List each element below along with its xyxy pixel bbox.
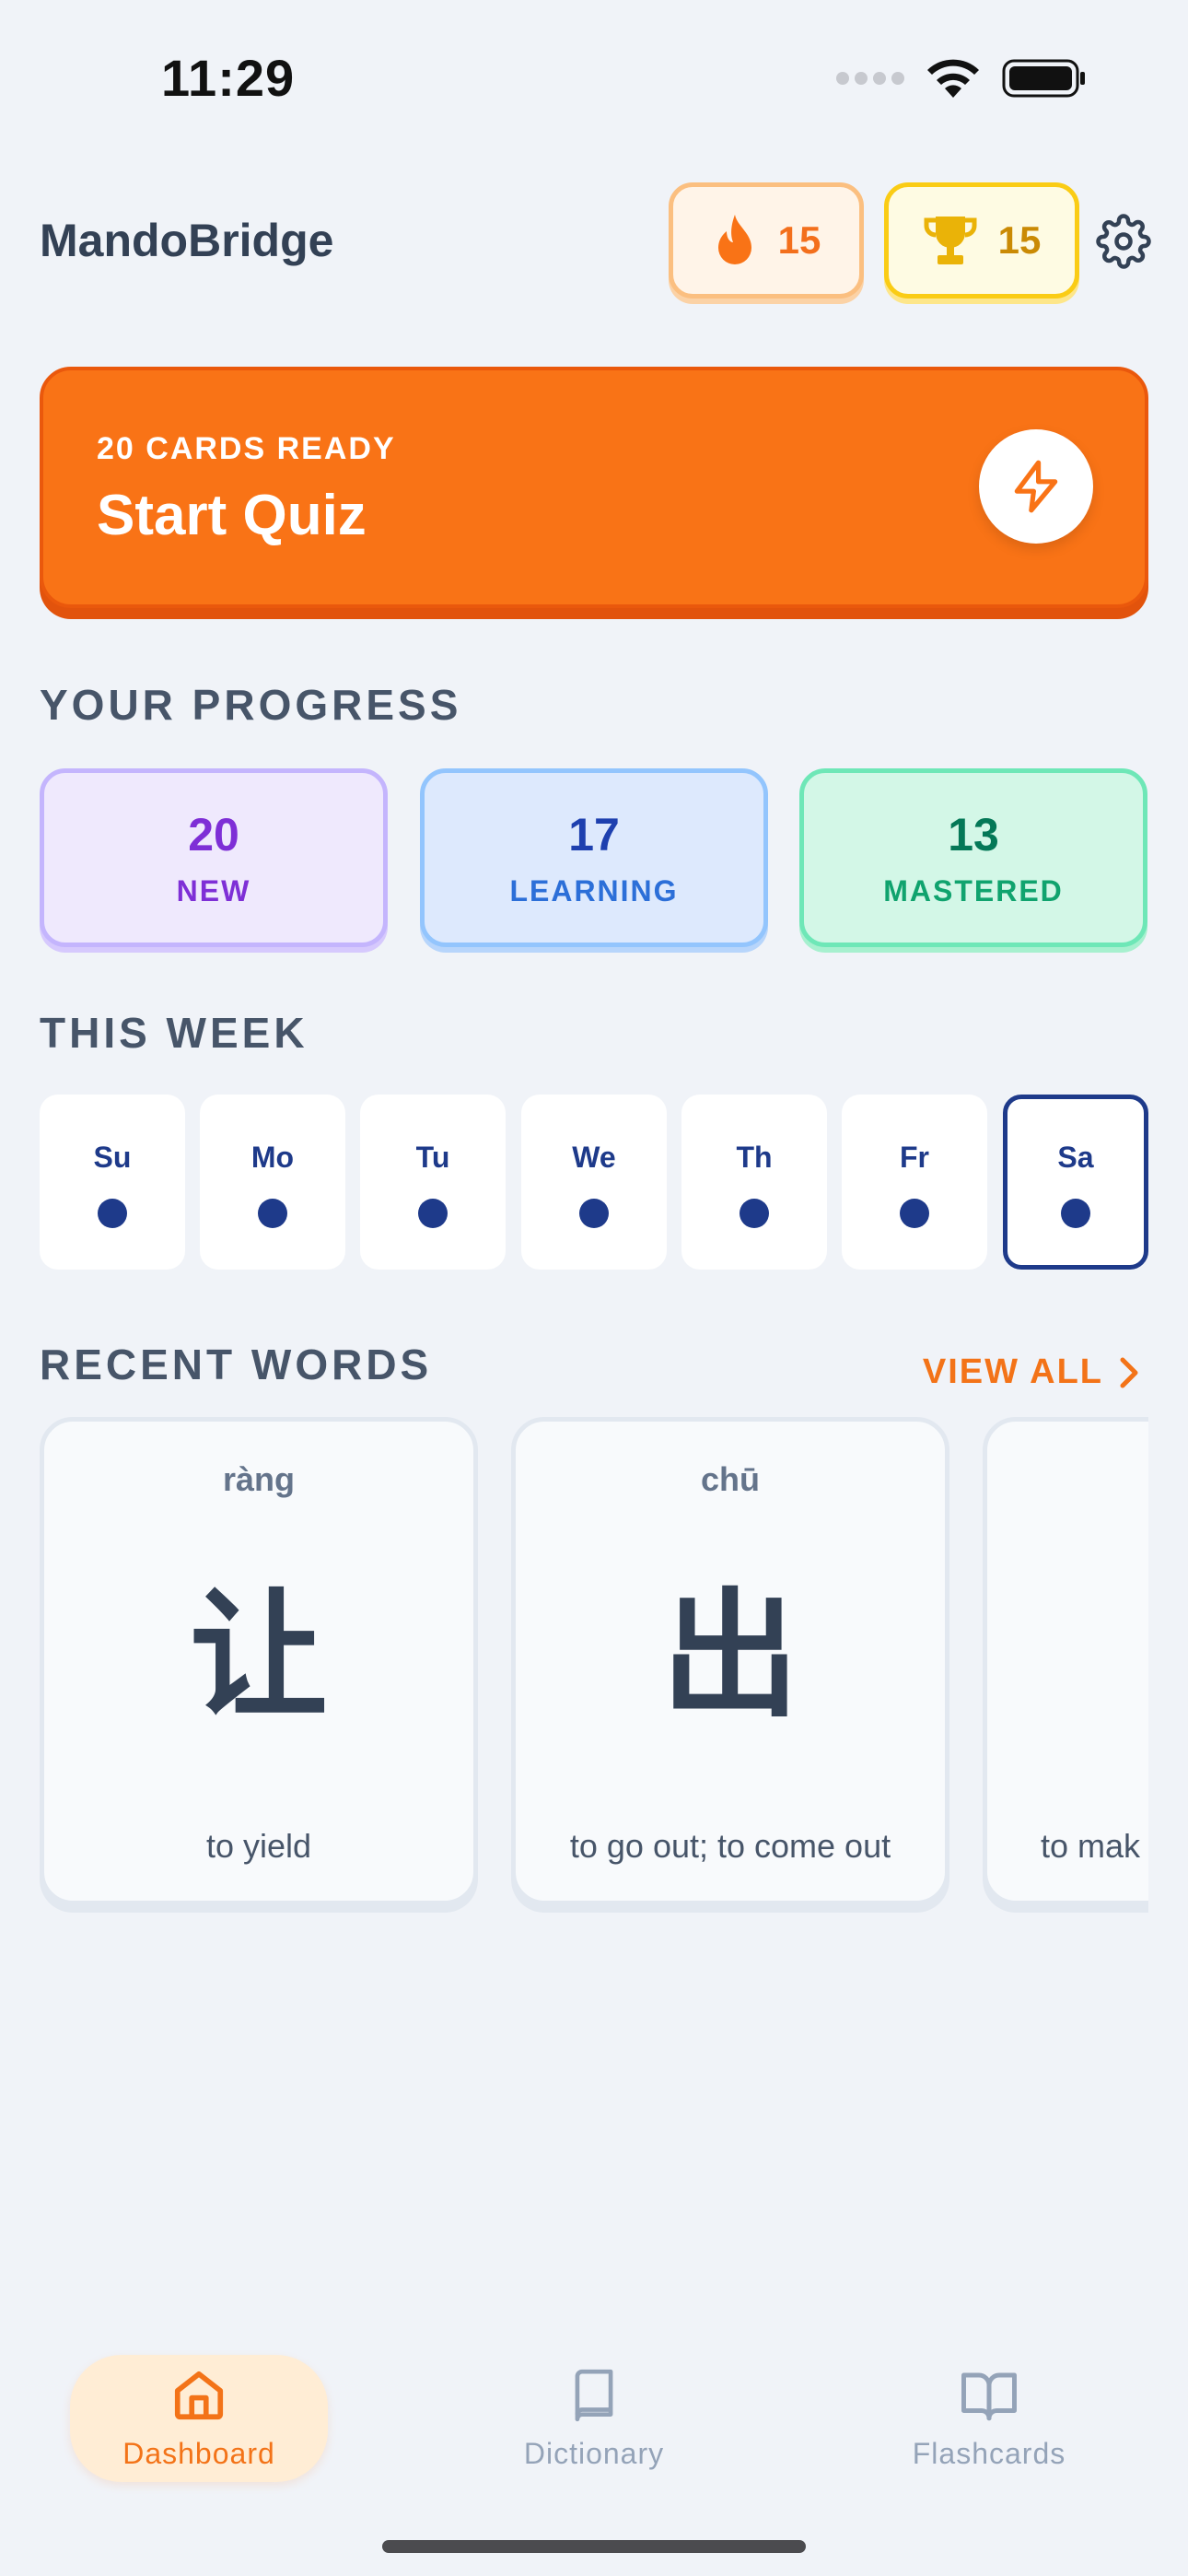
word-hanzi: 让 bbox=[189, 1576, 328, 1737]
nav-flashcards-label: Flashcards bbox=[912, 2436, 1066, 2470]
day-label: Mo bbox=[250, 1141, 295, 1174]
day-friday: Fr bbox=[842, 1095, 987, 1270]
flame-icon bbox=[717, 215, 751, 264]
lightning-icon bbox=[1014, 460, 1058, 513]
day-label: Fr bbox=[900, 1141, 929, 1174]
word-card[interactable]: ràng 让 to yield bbox=[40, 1417, 478, 1905]
wifi-icon bbox=[927, 59, 979, 98]
signal-icon bbox=[836, 72, 904, 85]
day-monday: Mo bbox=[200, 1095, 345, 1270]
day-sunday: Su bbox=[40, 1095, 185, 1270]
nav-dictionary-label: Dictionary bbox=[523, 2436, 665, 2470]
status-time: 11:29 bbox=[161, 49, 296, 107]
stat-learning-label: LEARNING bbox=[509, 873, 679, 907]
word-meaning: to yield bbox=[205, 1827, 312, 1865]
trophy-count: 15 bbox=[997, 218, 1042, 262]
day-activity-dot bbox=[418, 1199, 448, 1228]
week-strip: Su Mo Tu We Th Fr Sa bbox=[40, 1095, 1148, 1270]
view-all-label: VIEW ALL bbox=[922, 1352, 1103, 1391]
nav-flashcards[interactable]: Flashcards bbox=[860, 2355, 1118, 2482]
nav-dashboard[interactable]: Dashboard bbox=[70, 2355, 328, 2482]
stat-mastered[interactable]: 13 MASTERED bbox=[799, 768, 1147, 947]
day-thursday: Th bbox=[681, 1095, 827, 1270]
day-activity-dot bbox=[1061, 1199, 1090, 1228]
stat-learning-value: 17 bbox=[568, 808, 620, 861]
word-meaning: to go out; to come out bbox=[569, 1827, 891, 1865]
word-card[interactable]: to mak bbox=[983, 1417, 1148, 1905]
book-icon bbox=[575, 2369, 613, 2421]
day-activity-dot bbox=[98, 1199, 127, 1228]
recent-words-carousel[interactable]: ràng 让 to yield chū 出 to go out; to come… bbox=[40, 1417, 1148, 1914]
progress-heading: YOUR PROGRESS bbox=[40, 681, 462, 729]
start-quiz-card[interactable]: 20 CARDS READY Start Quiz bbox=[40, 367, 1148, 608]
day-label: Th bbox=[736, 1141, 773, 1174]
day-label: Sa bbox=[1057, 1141, 1094, 1174]
stat-learning[interactable]: 17 LEARNING bbox=[420, 768, 768, 947]
nav-dictionary[interactable]: Dictionary bbox=[465, 2355, 723, 2482]
day-activity-dot bbox=[258, 1199, 287, 1228]
status-icons bbox=[836, 57, 1087, 100]
day-activity-dot bbox=[579, 1199, 609, 1228]
chevron-right-icon bbox=[1120, 1357, 1138, 1388]
word-card[interactable]: chū 出 to go out; to come out bbox=[511, 1417, 949, 1905]
streak-count: 15 bbox=[777, 218, 821, 262]
settings-button[interactable] bbox=[1096, 214, 1151, 269]
streak-badge[interactable]: 15 bbox=[669, 182, 864, 299]
start-quiz-title: Start Quiz bbox=[97, 484, 367, 547]
stat-mastered-value: 13 bbox=[948, 808, 999, 861]
day-activity-dot bbox=[740, 1199, 769, 1228]
day-label: Tu bbox=[415, 1141, 450, 1174]
home-icon bbox=[174, 2371, 224, 2419]
home-indicator bbox=[382, 2540, 806, 2553]
trophy-badge[interactable]: 15 bbox=[884, 182, 1079, 299]
cards-ready-label: 20 CARDS READY bbox=[97, 431, 396, 466]
view-all-link[interactable]: VIEW ALL bbox=[923, 1352, 1140, 1392]
day-label: Su bbox=[93, 1141, 132, 1174]
day-label: We bbox=[572, 1141, 616, 1174]
day-wednesday: We bbox=[521, 1095, 667, 1270]
day-saturday-today: Sa bbox=[1003, 1095, 1148, 1270]
word-hanzi: 出 bbox=[660, 1576, 799, 1737]
trophy-icon bbox=[924, 217, 977, 264]
word-pinyin: ràng bbox=[222, 1460, 295, 1498]
word-pinyin: chū bbox=[700, 1460, 760, 1498]
dashboard-screen: 11:29 MandoBridge 15 15 20 CARDS READY S… bbox=[0, 0, 1188, 2576]
gear-icon bbox=[1096, 214, 1151, 269]
battery-icon bbox=[1002, 59, 1085, 98]
stat-mastered-label: MASTERED bbox=[883, 873, 1064, 907]
recent-words-heading: RECENT WORDS bbox=[40, 1341, 433, 1388]
app-title: MandoBridge bbox=[40, 215, 334, 266]
day-tuesday: Tu bbox=[360, 1095, 506, 1270]
open-book-icon bbox=[961, 2372, 1017, 2420]
day-activity-dot bbox=[900, 1199, 929, 1228]
week-heading: THIS WEEK bbox=[40, 1009, 309, 1057]
nav-dashboard-label: Dashboard bbox=[122, 2436, 275, 2470]
stat-new-label: NEW bbox=[176, 873, 251, 907]
stat-new-value: 20 bbox=[188, 808, 239, 861]
stat-new[interactable]: 20 NEW bbox=[40, 768, 388, 947]
word-meaning: to mak bbox=[1041, 1827, 1141, 1865]
start-quiz-button[interactable] bbox=[979, 429, 1093, 544]
